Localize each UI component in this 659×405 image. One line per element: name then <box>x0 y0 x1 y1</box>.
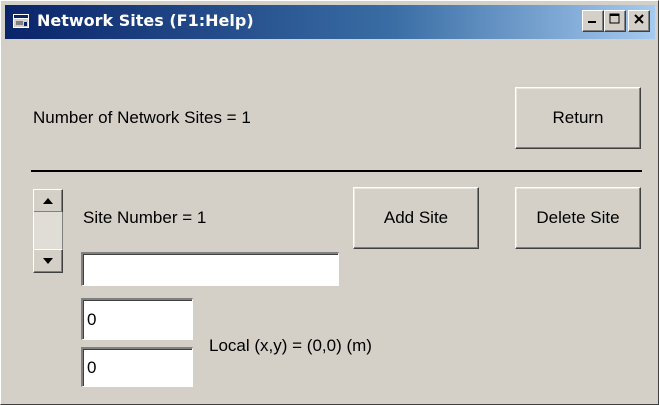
arrow-down-icon <box>42 252 54 270</box>
close-button[interactable] <box>628 10 650 32</box>
title-bar[interactable]: Network Sites (F1:Help) <box>5 5 655 39</box>
return-button[interactable]: Return <box>515 87 641 149</box>
spin-up-button[interactable] <box>33 189 63 213</box>
network-sites-window: Network Sites (F1:Help) Number of Networ… <box>0 0 659 405</box>
close-icon <box>633 12 645 30</box>
site-count-label: Number of Network Sites = 1 <box>33 108 251 127</box>
maximize-button[interactable] <box>604 10 626 32</box>
window-title: Network Sites (F1:Help) <box>37 11 254 30</box>
app-icon[interactable] <box>13 14 29 28</box>
arrow-up-icon <box>42 192 54 210</box>
site-name-input[interactable] <box>81 252 339 286</box>
add-site-button[interactable]: Add Site <box>353 187 479 249</box>
spin-down-button[interactable] <box>33 249 63 273</box>
separator-line <box>31 170 642 172</box>
local-coordinates-label: Local (x,y) = (0,0) (m) <box>209 336 372 355</box>
maximize-icon <box>609 12 621 30</box>
spin-track[interactable] <box>33 212 63 249</box>
delete-site-button[interactable]: Delete Site <box>515 187 641 249</box>
local-x-input[interactable] <box>81 298 193 340</box>
minimize-button[interactable] <box>582 10 604 32</box>
local-y-input[interactable] <box>81 347 193 387</box>
site-number-label: Site Number = 1 <box>83 208 207 227</box>
minimize-icon <box>587 12 599 30</box>
